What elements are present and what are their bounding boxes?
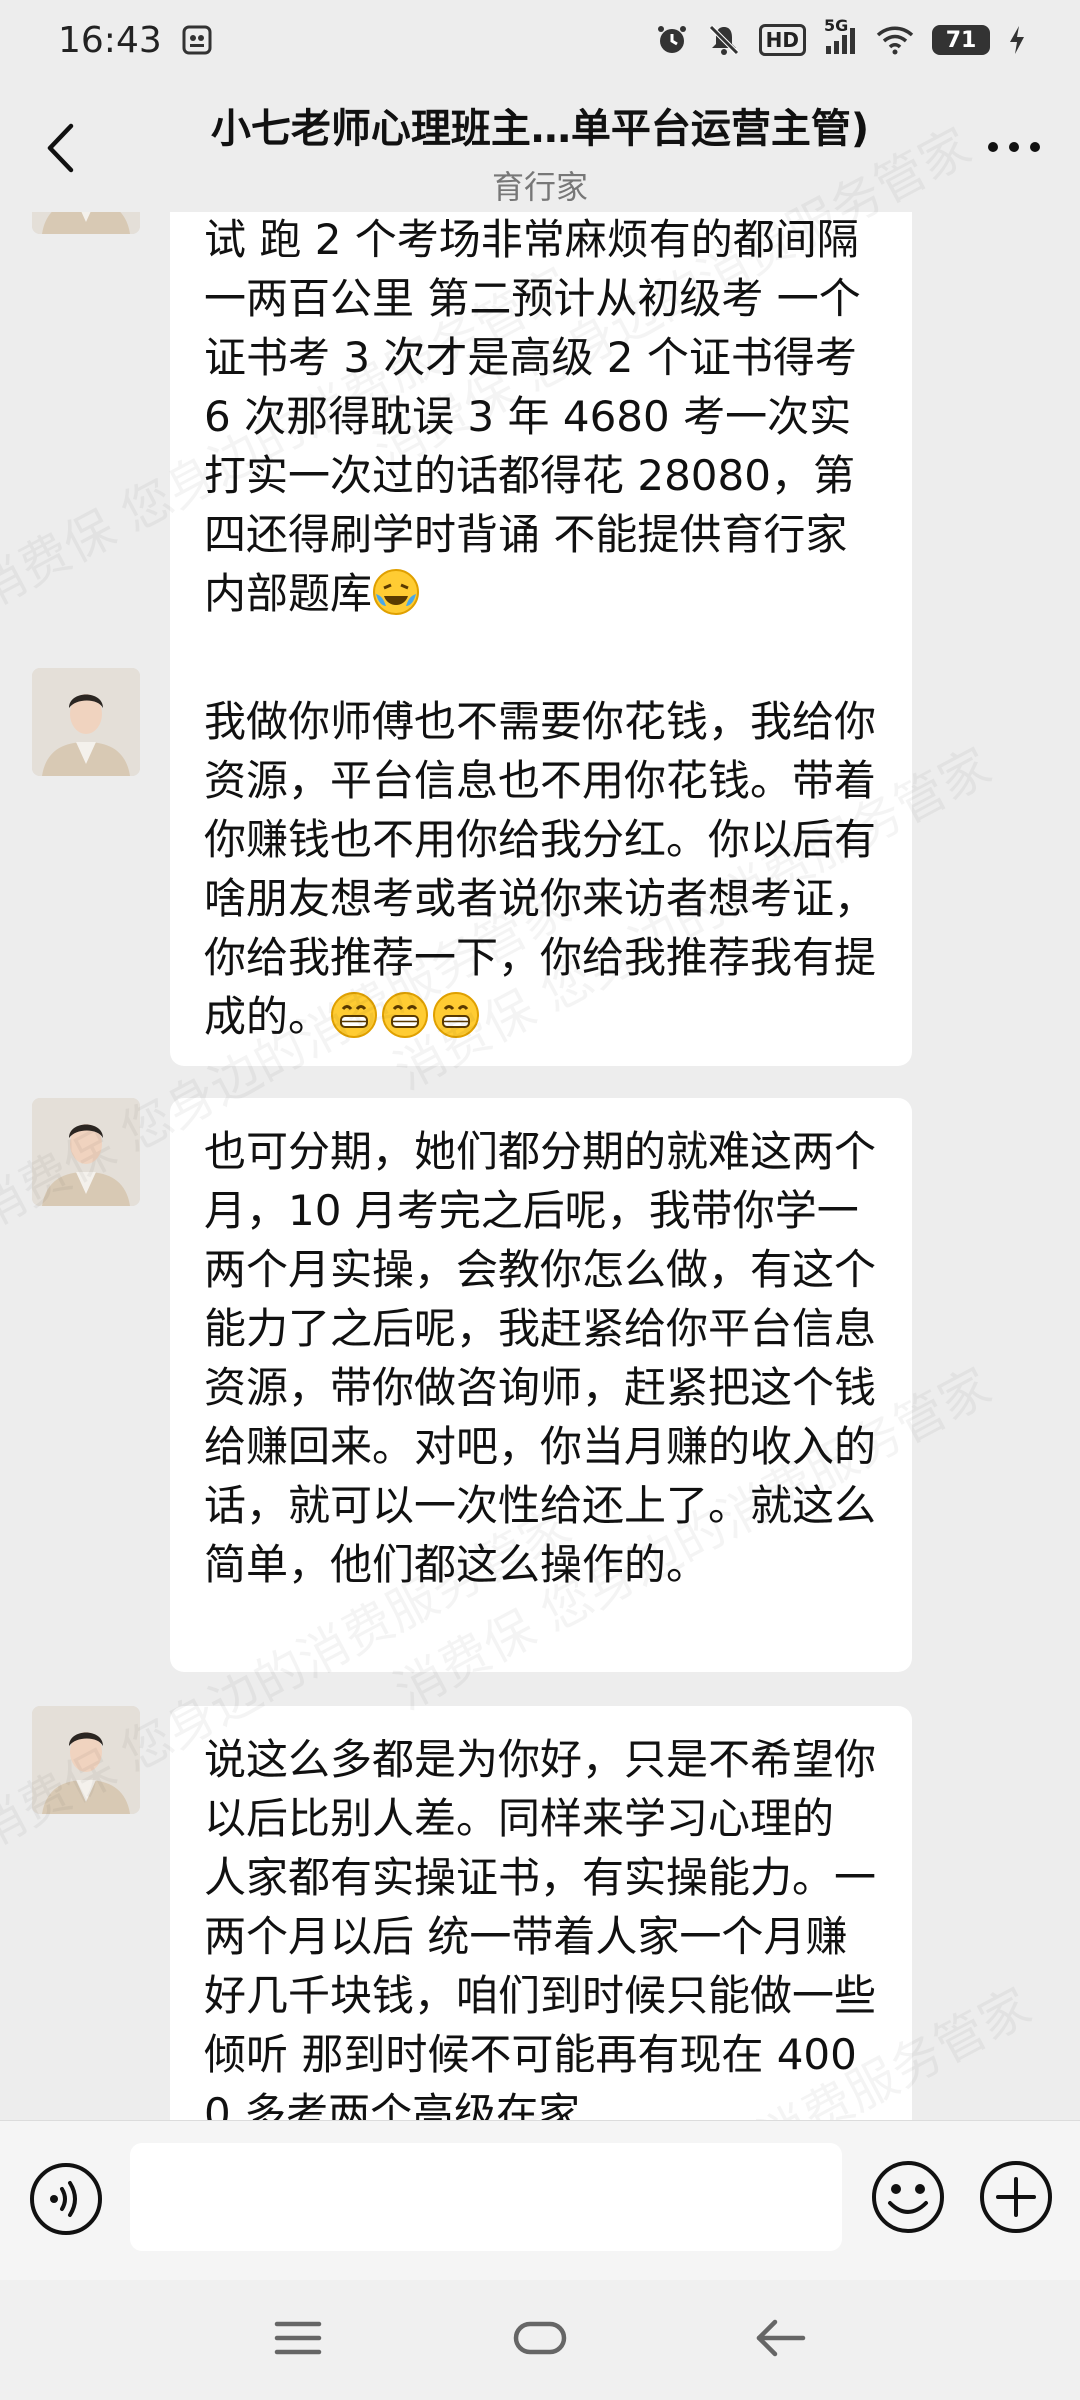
mute-bell-icon	[707, 23, 741, 57]
status-bar: 16:43 HD 5G 71	[0, 0, 1080, 80]
network-label: 5G	[824, 16, 849, 35]
chat-title: 小七老师心理班主…单平台运营主管)	[210, 106, 870, 152]
wifi-icon	[876, 25, 914, 55]
voice-button[interactable]	[28, 2161, 104, 2237]
recent-apps-button[interactable]	[258, 2308, 338, 2368]
menu-lines-icon	[274, 2321, 322, 2355]
home-pill-icon	[513, 2321, 567, 2355]
message-bubble[interactable]: 说这么多都是为你好，只是不希望你以后比别人差。同样来学习心理的 人家都有实操证书…	[170, 1706, 912, 2120]
message-bubble[interactable]: 我做你师傅也不需要你花钱，我给你资源，平台信息也不用你花钱。带着你赚钱也不用你给…	[170, 668, 912, 1066]
avatar[interactable]	[32, 668, 140, 776]
battery-indicator: 71	[932, 25, 990, 55]
arrow-left-icon	[756, 2319, 806, 2357]
avatar[interactable]	[32, 1706, 140, 1814]
app-notification-icon	[182, 25, 212, 55]
smiley-icon	[872, 2161, 944, 2233]
message-input[interactable]	[130, 2143, 842, 2251]
emoji-button[interactable]	[868, 2157, 948, 2237]
message-text: 试 跑 2 个考场非常麻烦有的都间隔一两百公里 第二预计从初级考 一个证书考 3…	[204, 215, 861, 618]
cellular-signal-icon: 5G	[824, 16, 858, 56]
chat-screen: 16:43 HD 5G 71 小七老师心理班主…单平台运营主管) 育行家 试 跑…	[0, 0, 1080, 2400]
message-text: 也可分期，她们都分期的就难这两个月，10 月考完之后呢，我带你学一两个月实操，会…	[204, 1127, 877, 1589]
status-left: 16:43	[58, 20, 212, 61]
input-bar	[0, 2120, 1080, 2280]
plus-icon	[980, 2161, 1052, 2233]
system-nav-bar	[0, 2280, 1080, 2400]
chat-subtitle: 育行家	[491, 168, 588, 206]
grinning-emoji-icon	[330, 991, 480, 1039]
title-block[interactable]: 小七老师心理班主…单平台运营主管) 育行家	[130, 96, 950, 208]
plus-button[interactable]	[976, 2157, 1056, 2237]
avatar[interactable]	[32, 1098, 140, 1206]
more-button[interactable]	[984, 132, 1044, 162]
status-time: 16:43	[58, 19, 162, 61]
status-right: HD 5G 71	[655, 16, 1026, 57]
alarm-icon	[655, 23, 689, 57]
message-list[interactable]: 试 跑 2 个考场非常麻烦有的都间隔一两百公里 第二预计从初级考 一个证书考 3…	[0, 212, 1080, 2120]
back-button[interactable]	[36, 118, 84, 178]
avatar[interactable]	[32, 212, 140, 234]
chat-header: 小七老师心理班主…单平台运营主管) 育行家	[0, 80, 1080, 212]
crying-laughing-emoji-icon	[372, 568, 420, 616]
home-button[interactable]	[500, 2308, 580, 2368]
voice-icon	[30, 2163, 102, 2235]
back-nav-button[interactable]	[740, 2308, 820, 2368]
hd-badge: HD	[758, 24, 806, 56]
more-dots-icon	[988, 142, 1040, 152]
message-bubble[interactable]: 也可分期，她们都分期的就难这两个月，10 月考完之后呢，我带你学一两个月实操，会…	[170, 1098, 912, 1672]
charging-bolt-icon	[1008, 25, 1026, 55]
chevron-left-icon	[47, 123, 74, 173]
message-text: 我做你师傅也不需要你花钱，我给你资源，平台信息也不用你花钱。带着你赚钱也不用你给…	[204, 697, 877, 1041]
message-text: 说这么多都是为你好，只是不希望你以后比别人差。同样来学习心理的 人家都有实操证书…	[204, 1735, 877, 2120]
